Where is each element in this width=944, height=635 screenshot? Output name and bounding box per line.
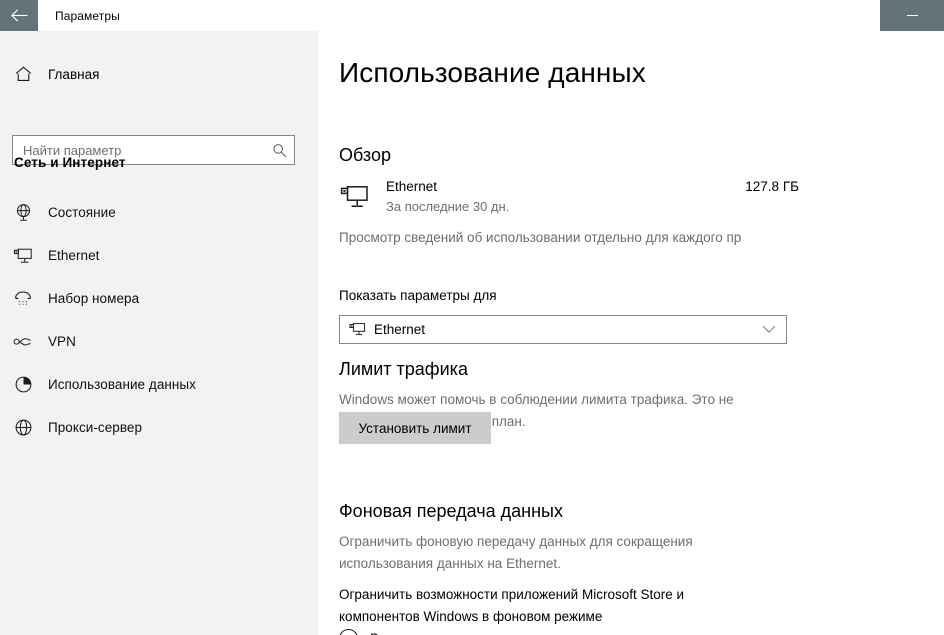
minimize-button[interactable]: [880, 0, 944, 31]
radio-option-always-label: Всегда: [370, 631, 413, 635]
adapter-select-value: Ethernet: [374, 322, 426, 337]
set-limit-button[interactable]: Установить лимит: [339, 412, 491, 444]
globe-status-icon: [12, 202, 34, 224]
overview-adapter-name: Ethernet: [386, 179, 438, 194]
sidebar: Главная Сеть и Интернет: [0, 31, 318, 635]
back-arrow-icon: [10, 9, 27, 22]
vpn-icon: [12, 331, 34, 353]
sidebar-item-home-label: Главная: [48, 66, 100, 82]
sidebar-item-home[interactable]: Главная: [0, 57, 318, 91]
radio-circle-icon: [339, 629, 358, 635]
sidebar-item-ethernet-label: Ethernet: [48, 248, 100, 263]
overview-adapter-period: За последние 30 дн.: [386, 199, 510, 214]
main-content: Использование данных Обзор Ethernet За п…: [318, 31, 944, 635]
sidebar-nav-list: Состояние Ethernet Набор номера VPN Испо…: [0, 191, 318, 449]
back-button[interactable]: [0, 0, 38, 31]
settings-window: Параметры Главная Се: [0, 0, 944, 635]
radio-option-always[interactable]: Всегда: [339, 629, 413, 635]
sidebar-item-status[interactable]: Состояние: [0, 191, 318, 234]
title-bar: Параметры: [0, 0, 944, 31]
sidebar-item-data-usage[interactable]: Использование данных: [0, 363, 318, 406]
proxy-globe-icon: [12, 417, 34, 439]
background-data-description: Ограничить фоновую передачу данных для с…: [339, 534, 693, 571]
app-title: Параметры: [55, 8, 120, 23]
sidebar-item-proxy[interactable]: Прокси-сервер: [0, 406, 318, 449]
sidebar-item-status-label: Состояние: [48, 205, 116, 220]
show-settings-for-label: Показать параметры для: [339, 288, 497, 303]
data-usage-pie-icon: [12, 374, 34, 396]
sidebar-item-proxy-label: Прокси-сервер: [48, 420, 143, 435]
background-data-radio-group-label: Ограничить возможности приложений Micros…: [339, 587, 685, 624]
sidebar-item-data-usage-label: Использование данных: [48, 377, 196, 392]
adapter-select[interactable]: Ethernet: [339, 315, 787, 344]
page-title: Использование данных: [339, 57, 646, 88]
search-icon[interactable]: [264, 136, 294, 164]
overview-adapter-row: Ethernet За последние 30 дн. 127.8 ГБ: [339, 179, 799, 221]
background-data-heading: Фоновая передача данных: [339, 501, 563, 521]
home-icon: [12, 63, 34, 85]
sidebar-section-title: Сеть и Интернет: [14, 155, 126, 170]
sidebar-item-ethernet[interactable]: Ethernet: [0, 234, 318, 277]
sidebar-item-dialup-label: Набор номера: [48, 291, 140, 306]
ethernet-monitor-icon: [339, 185, 371, 213]
sidebar-item-vpn[interactable]: VPN: [0, 320, 318, 363]
ethernet-icon: [12, 245, 34, 267]
sidebar-item-vpn-label: VPN: [48, 334, 76, 349]
overview-adapter-usage: 127.8 ГБ: [745, 179, 799, 194]
ethernet-monitor-icon: [340, 322, 374, 337]
chevron-down-icon[interactable]: [752, 325, 786, 334]
minimize-icon: [906, 15, 918, 16]
dialup-icon: [12, 288, 34, 310]
overview-heading: Обзор: [339, 145, 391, 165]
data-limit-heading: Лимит трафика: [339, 359, 468, 379]
view-per-app-usage-link[interactable]: Просмотр сведений об использовании отдел…: [339, 230, 944, 245]
sidebar-item-dialup[interactable]: Набор номера: [0, 277, 318, 320]
